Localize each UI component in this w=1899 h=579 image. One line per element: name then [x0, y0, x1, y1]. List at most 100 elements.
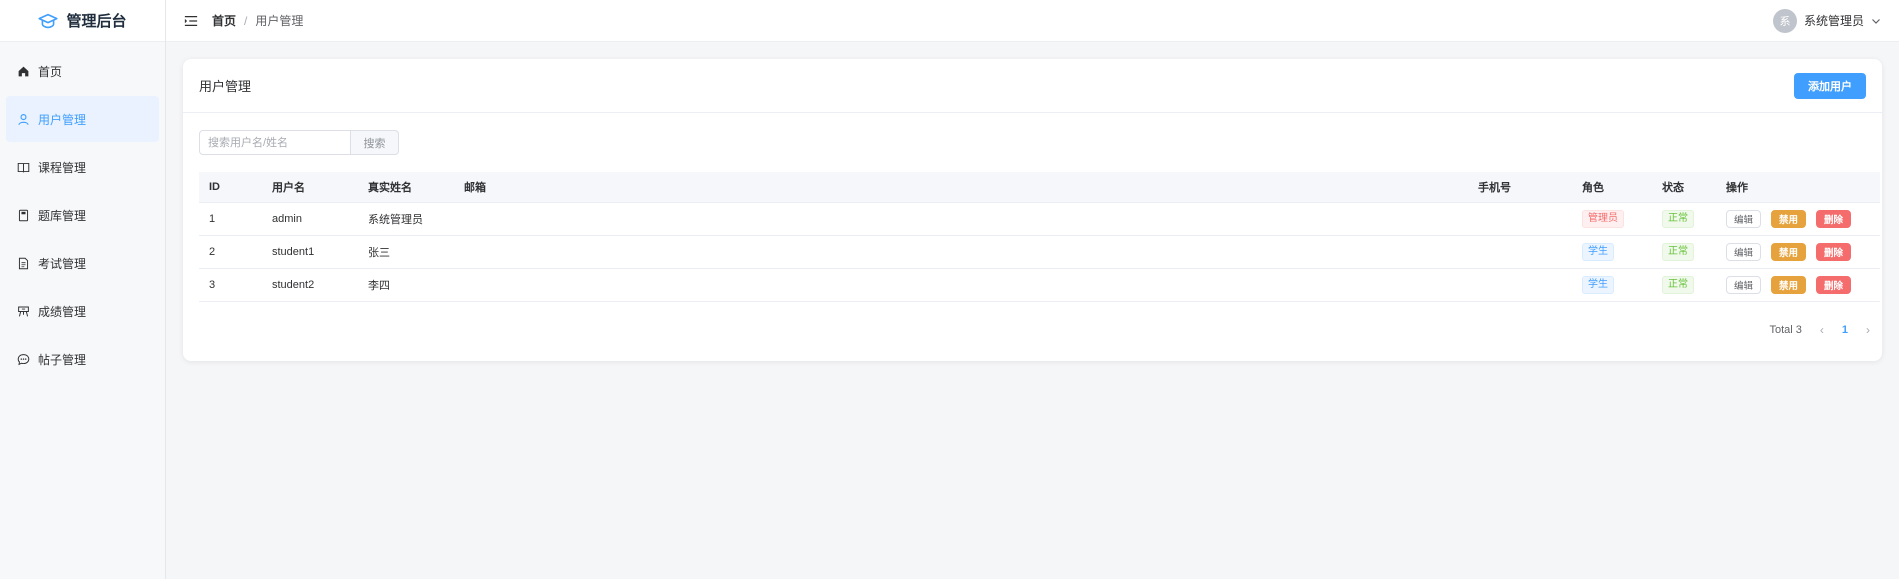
cell-realname: 系统管理员 — [358, 202, 454, 236]
breadcrumb-home[interactable]: 首页 — [212, 12, 236, 29]
sidebar-item-users[interactable]: 用户管理 — [6, 96, 159, 142]
column-header-username: 用户名 — [262, 172, 358, 203]
sidebar-item-exams[interactable]: 考试管理 — [0, 240, 165, 286]
pagination: Total 3 ‹ 1 › — [1769, 323, 1870, 337]
menu-fold-icon[interactable] — [184, 14, 198, 28]
book-icon — [17, 162, 30, 172]
search-button[interactable]: 搜索 — [351, 130, 399, 155]
column-header-realname: 真实姓名 — [358, 172, 454, 203]
search-input[interactable] — [199, 130, 351, 155]
cell-role: 管理员 — [1572, 202, 1652, 236]
sidebar-item-label: 首页 — [38, 64, 63, 79]
next-page-icon[interactable]: › — [1866, 323, 1870, 337]
logo[interactable]: 管理后台 — [0, 0, 165, 42]
table-row: 3 student2 李四 学生 正常 编辑 禁用 删除 — [199, 268, 1880, 302]
cell-id: 2 — [199, 235, 262, 269]
cell-status: 正常 — [1652, 235, 1716, 269]
document-icon — [18, 257, 29, 269]
edit-button[interactable]: 编辑 — [1726, 242, 1762, 261]
table-row: 1 admin 系统管理员 管理员 正常 编辑 禁用 删除 — [199, 202, 1880, 236]
breadcrumb: 首页 / 用户管理 — [212, 12, 303, 29]
cell-phone — [1468, 268, 1572, 302]
cell-phone — [1468, 202, 1572, 236]
chat-icon — [17, 353, 30, 365]
cell-actions: 编辑 禁用 删除 — [1716, 202, 1880, 236]
sidebar-menu: 首页 用户管理 课程管理 题库管理 考试管理 成绩管理 帖子管理 — [0, 48, 165, 382]
cell-username: student1 — [262, 235, 358, 269]
add-user-button[interactable]: 添加用户 — [1794, 72, 1866, 99]
column-header-role: 角色 — [1572, 172, 1652, 203]
cell-actions: 编辑 禁用 删除 — [1716, 235, 1880, 269]
user-name: 系统管理员 — [1803, 14, 1864, 28]
disable-button[interactable]: 禁用 — [1771, 275, 1807, 294]
cell-phone — [1468, 235, 1572, 269]
cell-realname: 张三 — [358, 235, 454, 269]
role-badge: 学生 — [1582, 242, 1614, 261]
chevron-down-icon — [1872, 18, 1880, 24]
column-header-actions: 操作 — [1716, 172, 1880, 203]
cell-realname: 李四 — [358, 268, 454, 302]
trophy-icon — [18, 306, 29, 316]
sidebar-item-label: 帖子管理 — [38, 352, 87, 367]
sidebar-item-label: 题库管理 — [38, 208, 87, 223]
table-row: 2 student1 张三 学生 正常 编辑 禁用 删除 — [199, 235, 1880, 269]
user-management-card: 用户管理 添加用户 搜索 ID 用户名 真实姓名 邮箱 手机号 角色 状态 操作 — [183, 59, 1882, 361]
sidebar-item-label: 成绩管理 — [38, 304, 87, 319]
cell-role: 学生 — [1572, 268, 1652, 302]
sidebar-item-label: 用户管理 — [38, 112, 87, 127]
cell-status: 正常 — [1652, 202, 1716, 236]
column-header-status: 状态 — [1652, 172, 1716, 203]
cell-username: student2 — [262, 268, 358, 302]
sidebar-item-posts[interactable]: 帖子管理 — [0, 336, 165, 382]
cell-email — [454, 268, 1468, 302]
cell-status: 正常 — [1652, 268, 1716, 302]
sidebar-item-courses[interactable]: 课程管理 — [0, 144, 165, 190]
status-badge: 正常 — [1662, 209, 1694, 228]
disable-button[interactable]: 禁用 — [1771, 242, 1807, 261]
breadcrumb-separator: / — [244, 13, 248, 28]
delete-button[interactable]: 删除 — [1816, 275, 1852, 294]
cell-email — [454, 202, 1468, 236]
cell-id: 1 — [199, 202, 262, 236]
sidebar-item-grades[interactable]: 成绩管理 — [0, 288, 165, 334]
cell-actions: 编辑 禁用 删除 — [1716, 268, 1880, 302]
cell-role: 学生 — [1572, 235, 1652, 269]
prev-page-icon[interactable]: ‹ — [1820, 323, 1824, 337]
edit-button[interactable]: 编辑 — [1726, 275, 1762, 294]
role-badge: 学生 — [1582, 275, 1614, 294]
column-header-id: ID — [199, 172, 262, 203]
edit-button[interactable]: 编辑 — [1726, 209, 1762, 228]
table-header-row: ID 用户名 真实姓名 邮箱 手机号 角色 状态 操作 — [199, 172, 1880, 203]
avatar: 系 — [1772, 8, 1797, 33]
breadcrumb-current: 用户管理 — [255, 14, 304, 28]
column-header-phone: 手机号 — [1468, 172, 1572, 203]
search-bar: 搜索 — [199, 130, 399, 155]
home-icon — [18, 66, 29, 76]
page-number[interactable]: 1 — [1842, 324, 1848, 336]
sidebar-item-question-bank[interactable]: 题库管理 — [0, 192, 165, 238]
sidebar-item-label: 考试管理 — [38, 256, 87, 271]
app-title: 管理后台 — [66, 13, 127, 30]
role-badge: 管理员 — [1582, 209, 1624, 228]
notebook-icon — [18, 209, 29, 221]
pagination-total: Total 3 — [1769, 324, 1802, 336]
card-header: 用户管理 添加用户 — [183, 59, 1882, 113]
status-badge: 正常 — [1662, 275, 1694, 294]
graduation-cap-icon — [38, 13, 59, 28]
page-title: 用户管理 — [199, 79, 252, 94]
delete-button[interactable]: 删除 — [1816, 242, 1852, 261]
column-header-email: 邮箱 — [454, 172, 1468, 203]
status-badge: 正常 — [1662, 242, 1694, 261]
disable-button[interactable]: 禁用 — [1771, 209, 1807, 228]
sidebar-item-home[interactable]: 首页 — [0, 48, 165, 94]
sidebar: 管理后台 首页 用户管理 课程管理 题库管理 考试管理 成绩管理 帖子管理 — [0, 0, 166, 579]
cell-email — [454, 235, 1468, 269]
top-header: 首页 / 用户管理 系 系统管理员 — [166, 0, 1899, 42]
user-table: ID 用户名 真实姓名 邮箱 手机号 角色 状态 操作 1 admin 系统管理… — [199, 172, 1880, 302]
cell-username: admin — [262, 202, 358, 236]
user-icon — [18, 113, 29, 125]
user-dropdown[interactable]: 系 系统管理员 — [1772, 8, 1881, 33]
sidebar-item-label: 课程管理 — [38, 160, 87, 175]
delete-button[interactable]: 删除 — [1816, 209, 1852, 228]
cell-id: 3 — [199, 268, 262, 302]
